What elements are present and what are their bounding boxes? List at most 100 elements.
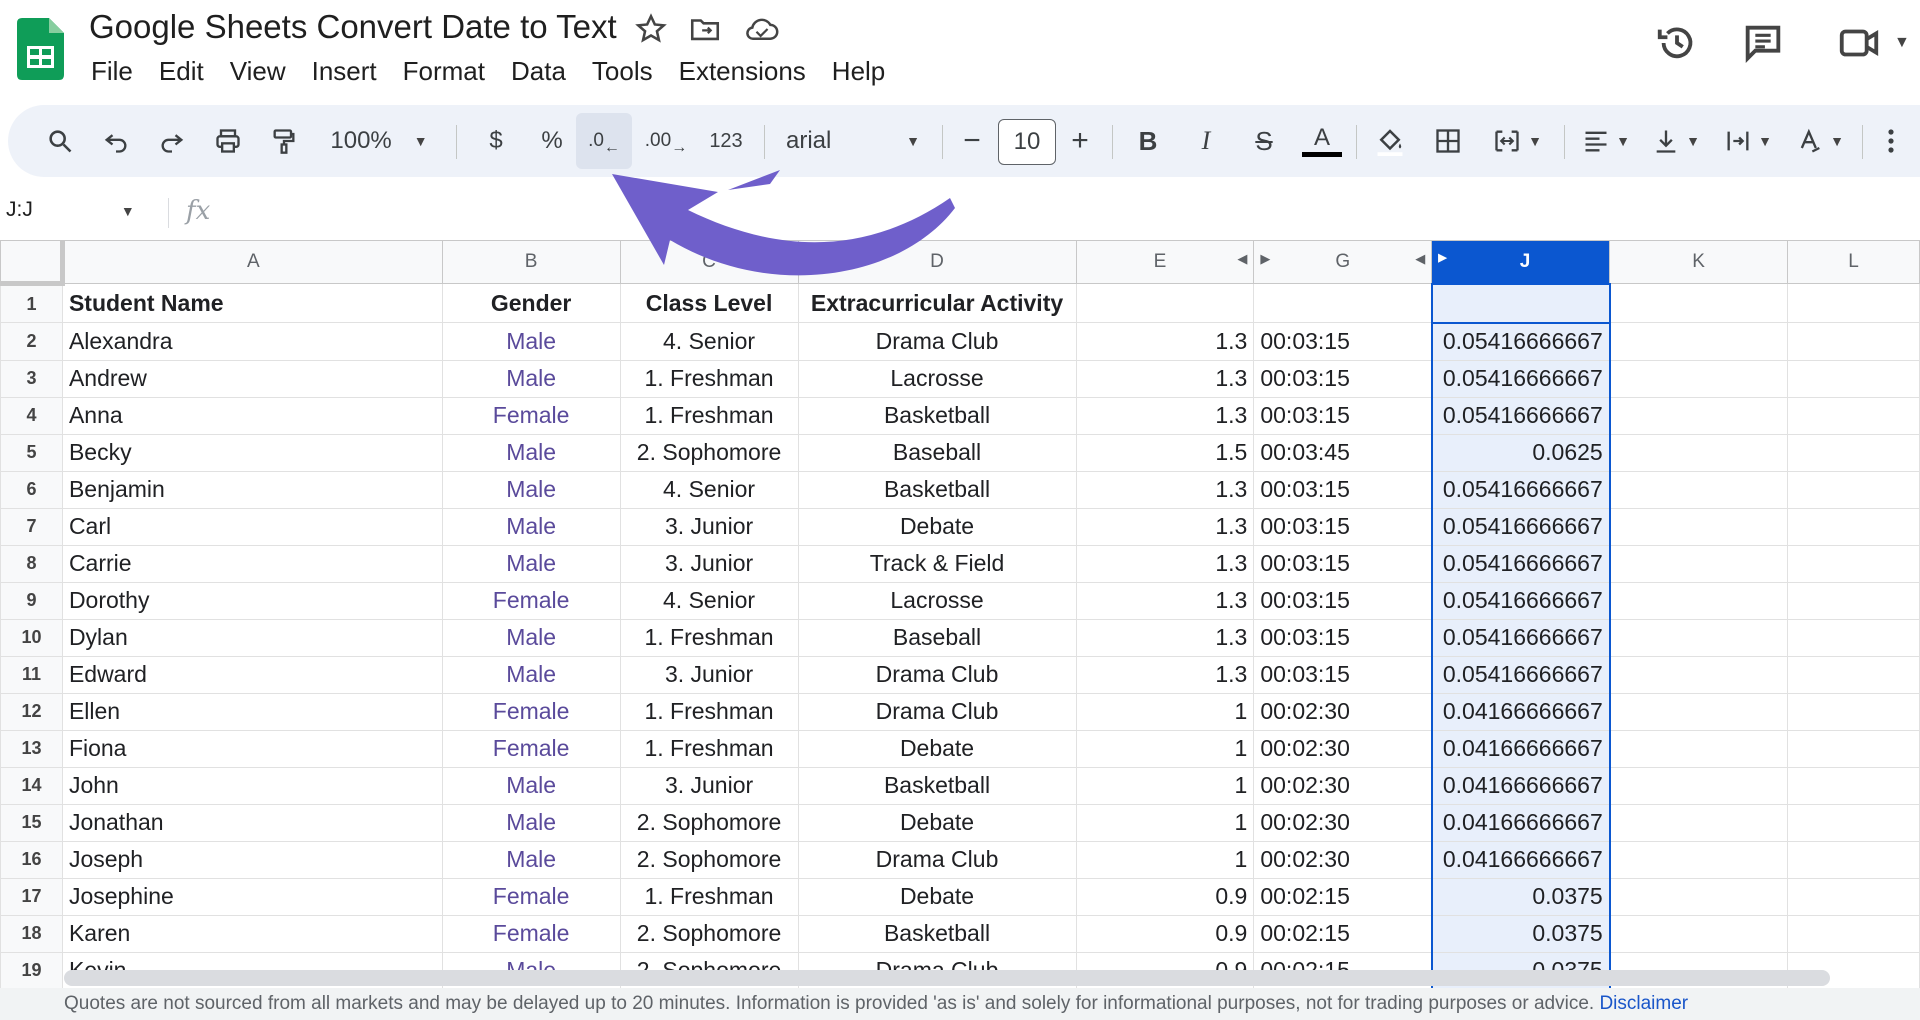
increase-font-size-button[interactable]: + xyxy=(1060,105,1100,177)
cell-k[interactable] xyxy=(1609,803,1789,842)
row-number[interactable]: 11 xyxy=(0,655,63,694)
cell-j[interactable]: 0.05416666667 xyxy=(1430,359,1611,398)
strikethrough-button[interactable]: S xyxy=(1242,105,1286,177)
cell-j[interactable]: 0.05416666667 xyxy=(1430,396,1611,435)
cell-a[interactable]: Carrie xyxy=(61,544,443,583)
document-title[interactable]: Google Sheets Convert Date to Text xyxy=(89,8,617,46)
sheets-logo-icon[interactable] xyxy=(17,18,64,80)
cell-l[interactable] xyxy=(1787,507,1920,546)
cell-b[interactable]: Gender xyxy=(441,283,621,323)
cell-d[interactable]: Baseball xyxy=(797,618,1077,657)
cell-a[interactable]: Jonathan xyxy=(61,803,443,842)
menu-data[interactable]: Data xyxy=(498,52,579,92)
cell-a[interactable]: Dylan xyxy=(61,618,443,657)
cell-b[interactable]: Female xyxy=(441,396,621,435)
currency-format-button[interactable]: $ xyxy=(474,105,518,177)
menu-help[interactable]: Help xyxy=(819,52,898,92)
cell-k[interactable] xyxy=(1609,766,1789,805)
cell-l[interactable] xyxy=(1787,359,1920,398)
menu-insert[interactable]: Insert xyxy=(299,52,390,92)
version-history-icon[interactable] xyxy=(1654,20,1700,66)
cell-d[interactable]: Drama Club xyxy=(797,692,1077,731)
hidden-columns-left-icon[interactable]: ◀ xyxy=(1415,251,1425,267)
cell-l[interactable] xyxy=(1787,283,1920,323)
bold-button[interactable]: B xyxy=(1126,105,1170,177)
font-size-input[interactable]: 10 xyxy=(998,119,1056,165)
cell-k[interactable] xyxy=(1609,396,1789,435)
cell-k[interactable] xyxy=(1609,692,1789,731)
cell-g[interactable]: 00:03:15 xyxy=(1253,470,1433,509)
cell-k[interactable] xyxy=(1609,840,1789,879)
row-number[interactable]: 16 xyxy=(0,840,63,879)
vertical-align-icon[interactable]: ▼ xyxy=(1644,105,1708,177)
row-number[interactable]: 13 xyxy=(0,729,63,768)
cell-a[interactable]: Ellen xyxy=(61,692,443,731)
cell-c[interactable]: 2. Sophomore xyxy=(619,803,799,842)
cell-l[interactable] xyxy=(1787,618,1920,657)
zoom-select[interactable]: 100% ▼ xyxy=(324,105,434,177)
cell-g[interactable]: 00:02:30 xyxy=(1253,766,1433,805)
cell-l[interactable] xyxy=(1787,914,1920,953)
menu-edit[interactable]: Edit xyxy=(146,52,217,92)
cell-g[interactable]: 00:02:15 xyxy=(1253,914,1433,953)
column-header-b[interactable]: B xyxy=(441,240,621,284)
cell-g[interactable]: 00:02:30 xyxy=(1253,729,1433,768)
cell-b[interactable]: Female xyxy=(441,877,621,916)
cell-d[interactable]: Lacrosse xyxy=(797,359,1077,398)
cell-j[interactable]: 0.04166666667 xyxy=(1430,766,1611,805)
menu-extensions[interactable]: Extensions xyxy=(666,52,819,92)
column-header-e[interactable]: E ◀ xyxy=(1075,240,1255,284)
row-number[interactable]: 4 xyxy=(0,396,63,435)
cell-d[interactable]: Drama Club xyxy=(797,655,1077,694)
cell-g[interactable]: 00:03:15 xyxy=(1253,581,1433,620)
cell-k[interactable] xyxy=(1609,655,1789,694)
cell-j[interactable]: 0.04166666667 xyxy=(1430,729,1611,768)
cell-a[interactable]: Karen xyxy=(61,914,443,953)
cell-e[interactable]: 1.3 xyxy=(1075,396,1255,435)
cell-a[interactable]: Anna xyxy=(61,396,443,435)
disclaimer-link[interactable]: Disclaimer xyxy=(1599,993,1688,1014)
row-number[interactable]: 18 xyxy=(0,914,63,953)
row-number[interactable]: 8 xyxy=(0,544,63,583)
cell-a[interactable]: Student Name xyxy=(61,283,443,323)
cloud-saved-icon[interactable] xyxy=(744,12,779,46)
menu-file[interactable]: File xyxy=(78,52,146,92)
more-options-icon[interactable] xyxy=(1874,105,1908,177)
cell-e[interactable]: 1 xyxy=(1075,803,1255,842)
column-header-a[interactable]: A xyxy=(61,240,443,284)
cell-e[interactable]: 1 xyxy=(1075,840,1255,879)
cell-j[interactable]: 0.05416666667 xyxy=(1430,581,1611,620)
cell-e[interactable]: 1.3 xyxy=(1075,544,1255,583)
cell-l[interactable] xyxy=(1787,729,1920,768)
cell-c[interactable]: 1. Freshman xyxy=(619,729,799,768)
column-header-j[interactable]: ▶ J xyxy=(1431,240,1611,284)
cell-l[interactable] xyxy=(1787,396,1920,435)
select-all-corner[interactable] xyxy=(0,240,65,286)
cell-k[interactable] xyxy=(1609,914,1789,953)
cell-k[interactable] xyxy=(1609,729,1789,768)
cell-c[interactable]: 1. Freshman xyxy=(619,877,799,916)
row-number[interactable]: 9 xyxy=(0,581,63,620)
increase-decimal-button[interactable]: .00 → xyxy=(640,105,692,177)
comments-icon[interactable] xyxy=(1740,20,1786,66)
cell-k[interactable] xyxy=(1609,359,1789,398)
more-formats-button[interactable]: 123 xyxy=(698,105,754,177)
cell-l[interactable] xyxy=(1787,655,1920,694)
row-number[interactable]: 6 xyxy=(0,470,63,509)
cell-b[interactable]: Male xyxy=(441,322,621,361)
menu-format[interactable]: Format xyxy=(390,52,498,92)
cell-l[interactable] xyxy=(1787,470,1920,509)
cell-b[interactable]: Male xyxy=(441,655,621,694)
chevron-down-icon[interactable]: ▼ xyxy=(1894,34,1910,52)
cell-g[interactable]: 00:03:15 xyxy=(1253,322,1433,361)
cell-g[interactable]: 00:03:45 xyxy=(1253,433,1433,472)
percent-format-button[interactable]: % xyxy=(530,105,574,177)
cell-l[interactable] xyxy=(1787,803,1920,842)
meet-video-icon[interactable] xyxy=(1836,20,1882,66)
horizontal-align-icon[interactable]: ▼ xyxy=(1574,105,1638,177)
cell-l[interactable] xyxy=(1787,766,1920,805)
cell-g[interactable]: 00:02:30 xyxy=(1253,803,1433,842)
cell-b[interactable]: Female xyxy=(441,581,621,620)
cell-k[interactable] xyxy=(1609,283,1789,323)
cell-b[interactable]: Male xyxy=(441,803,621,842)
